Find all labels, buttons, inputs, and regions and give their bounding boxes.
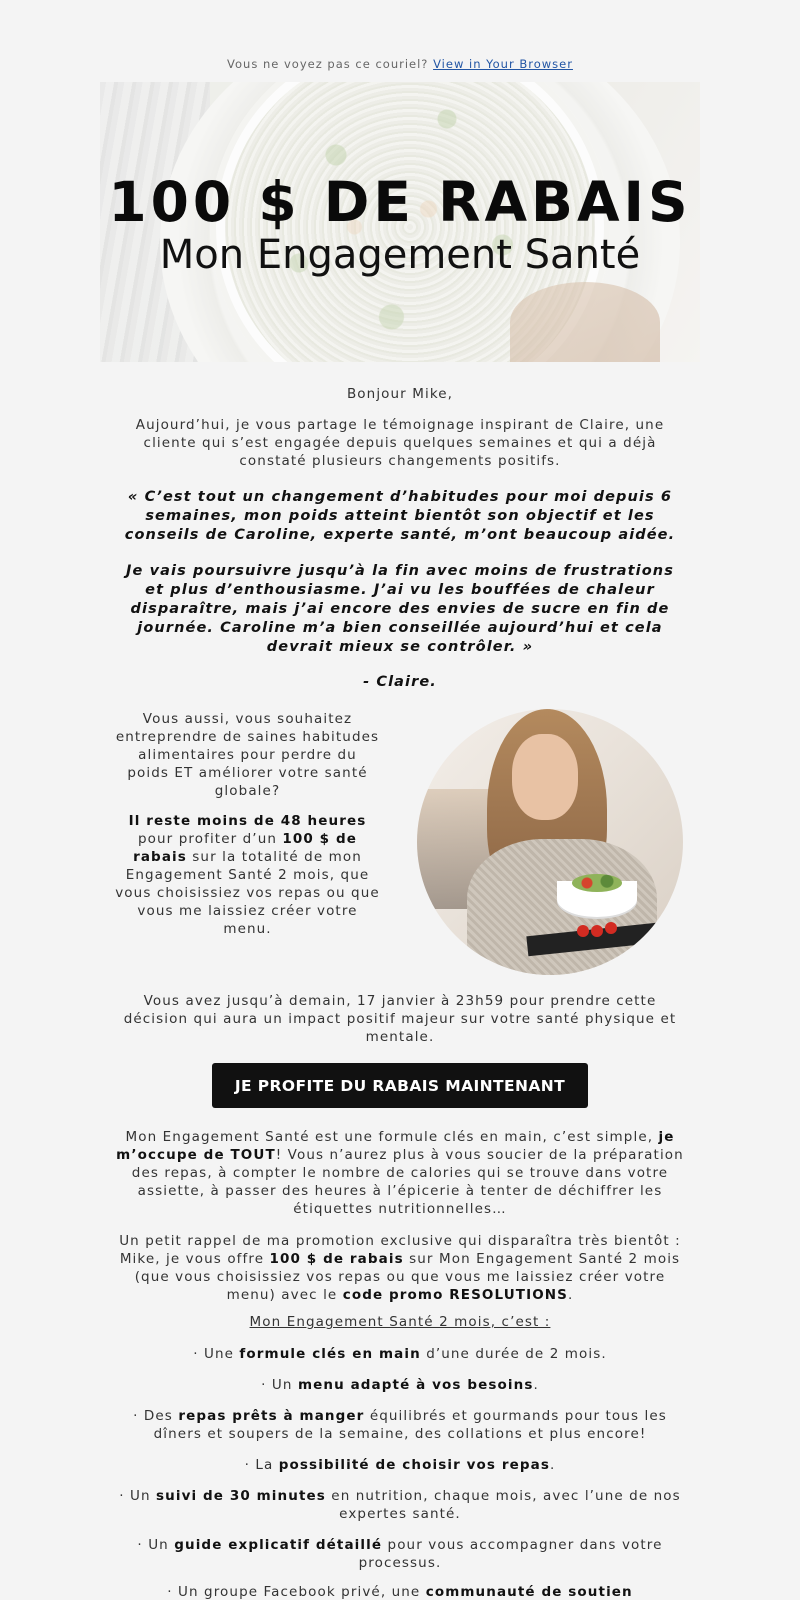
list-item-text: · Une (193, 1346, 240, 1362)
list-item-text: · Un (137, 1537, 175, 1553)
claire-portrait-image (417, 709, 683, 975)
hero-banner[interactable]: 100 $ DE RABAIS Mon Engagement Santé (100, 82, 700, 362)
list-item: · Une formule clés en main d’une durée d… (115, 1345, 685, 1363)
testimonial-signature: - Claire. (363, 674, 437, 690)
column-paragraph-2: Il reste moins de 48 heures pour profite… (115, 812, 380, 938)
list-item: · Un groupe Facebook privé, une communau… (115, 1583, 685, 1600)
preheader: Vous ne voyez pas ce couriel? View in Yo… (0, 57, 800, 71)
hero-title: 100 $ DE RABAIS (108, 170, 692, 234)
promo-text: . (568, 1287, 574, 1303)
list-item-text: . (549, 1457, 556, 1473)
list-item-highlight: communauté de soutien (425, 1584, 633, 1600)
column-paragraph-1: Vous aussi, vous souhaitez entreprendre … (115, 711, 380, 799)
list-item-highlight: suivi de 30 minutes (156, 1488, 326, 1504)
hero-subtitle: Mon Engagement Santé (159, 232, 641, 278)
list-item: · Un suivi de 30 minutes en nutrition, c… (115, 1487, 685, 1523)
testimonial-quote-2: Je vais poursuivre jusqu’à la fin avec m… (126, 563, 674, 655)
list-item-highlight: possibilité de choisir vos repas (278, 1457, 550, 1473)
promo-paragraph: Un petit rappel de ma promotion exclusiv… (115, 1232, 685, 1304)
deadline-paragraph: Vous avez jusqu’à demain, 17 janvier à 2… (123, 993, 677, 1045)
preheader-text: Vous ne voyez pas ce couriel? (227, 57, 429, 71)
promo-highlight: 100 $ de rabais (269, 1251, 404, 1267)
portrait-tomato (577, 925, 589, 937)
list-item-highlight: formule clés en main (239, 1346, 421, 1362)
greeting: Bonjour Mike, (346, 386, 454, 402)
portrait-salad (572, 874, 622, 892)
list-item: · La possibilité de choisir vos repas. (115, 1456, 685, 1474)
email-page: Vous ne voyez pas ce couriel? View in Yo… (0, 0, 800, 1600)
list-item-text: · La (244, 1457, 279, 1473)
deadline-highlight: Il reste moins de 48 heures (128, 813, 367, 829)
list-item-text: d’une durée de 2 mois. (420, 1346, 607, 1362)
list-item-text: · Un groupe Facebook privé, une (167, 1584, 426, 1600)
list-item-text: en nutrition, chaque mois, avec l’une de… (325, 1488, 681, 1522)
formula-paragraph: Mon Engagement Santé est une formule clé… (115, 1128, 685, 1218)
list-item-text: · Des (133, 1408, 179, 1424)
column-text: pour profiter d’un (137, 831, 283, 847)
portrait-tomato (605, 922, 617, 934)
list-item-text: . (533, 1377, 539, 1393)
list-item-highlight: repas prêts à manger (178, 1408, 365, 1424)
list-item: · Un menu adapté à vos besoins. (115, 1376, 685, 1394)
list-item: · Des repas prêts à manger équilibrés et… (115, 1407, 685, 1443)
portrait-tomato (591, 925, 603, 937)
list-item-highlight: guide explicatif détaillé (174, 1537, 383, 1553)
list-item-text: · Un (119, 1488, 157, 1504)
list-item-text: · Un (261, 1377, 298, 1393)
testimonial-quote-1: « C’est tout un changement d’habitudes p… (124, 489, 676, 543)
list-item-text: pour vous accompagner dans votre process… (358, 1537, 663, 1571)
claim-discount-button[interactable]: JE PROFITE DU RABAIS MAINTENANT (212, 1063, 588, 1108)
intro-paragraph: Aujourd’hui, je vous partage le témoigna… (135, 417, 665, 469)
view-in-browser-link[interactable]: View in Your Browser (433, 57, 573, 71)
formula-text: Mon Engagement Santé est une formule clé… (125, 1129, 659, 1145)
promo-code: code promo RESOLUTIONS (342, 1287, 568, 1303)
portrait-face (512, 734, 578, 820)
list-item: · Un guide explicatif détaillé pour vous… (115, 1536, 685, 1572)
list-item-highlight: menu adapté à vos besoins (297, 1377, 534, 1393)
list-title: Mon Engagement Santé 2 mois, c’est : (249, 1314, 551, 1330)
